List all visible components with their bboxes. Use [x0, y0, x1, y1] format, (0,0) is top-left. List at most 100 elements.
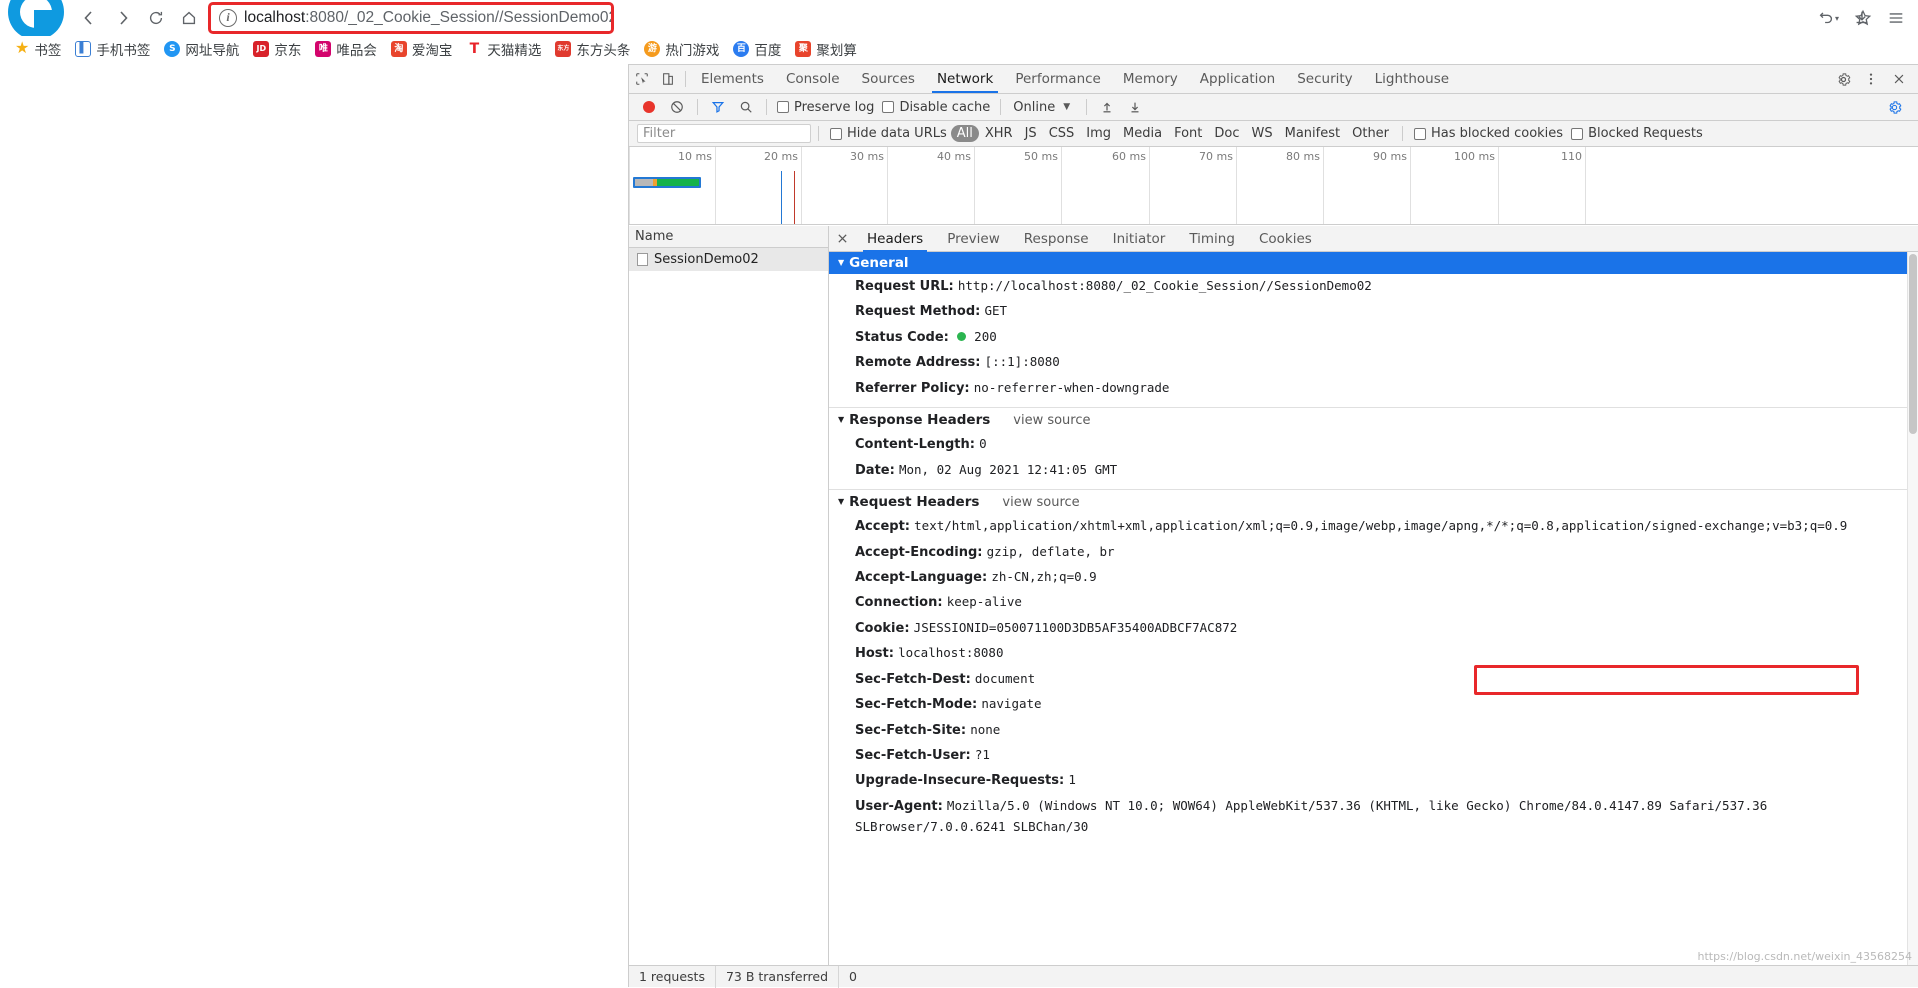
site-info-icon[interactable]: i: [219, 9, 237, 27]
forward-button[interactable]: [108, 4, 138, 32]
header-key: User-Agent:: [855, 798, 943, 814]
throttle-select[interactable]: Online: [1007, 100, 1061, 115]
type-filter-doc[interactable]: Doc: [1208, 125, 1245, 142]
bookmark-item[interactable]: 聚 聚划算: [788, 38, 864, 60]
tab-lighthouse[interactable]: Lighthouse: [1364, 65, 1460, 93]
settings-gear-icon[interactable]: [1830, 65, 1856, 93]
bookmark-item[interactable]: 唯 唯品会: [308, 38, 384, 60]
header-row-sec-fetch-mode: Sec-Fetch-Mode: navigate: [829, 692, 1918, 717]
type-filter-css[interactable]: CSS: [1043, 125, 1081, 142]
type-filter-media[interactable]: Media: [1117, 125, 1168, 142]
tab-sources[interactable]: Sources: [851, 65, 926, 93]
divider: [1000, 99, 1002, 115]
preserve-log-checkbox[interactable]: Preserve log: [773, 100, 878, 115]
tab-label: Performance: [1015, 71, 1101, 87]
detail-tab-timing[interactable]: Timing: [1177, 226, 1247, 252]
tab-application[interactable]: Application: [1189, 65, 1286, 93]
record-button[interactable]: [635, 95, 663, 119]
timeline-origin: [629, 147, 630, 224]
section-header-request-headers[interactable]: ▼ Request Headers view source: [829, 489, 1918, 514]
bookmark-item[interactable]: S 网址导航: [157, 38, 246, 60]
details-scrollbar[interactable]: [1907, 252, 1918, 965]
tab-performance[interactable]: Performance: [1004, 65, 1112, 93]
more-options-icon[interactable]: [1858, 65, 1884, 93]
tab-label: Console: [785, 71, 840, 87]
checkbox-icon: [1571, 127, 1584, 140]
download-icon[interactable]: [1848, 4, 1876, 32]
header-value: localhost:8080: [898, 645, 1004, 661]
header-row-status-code: Status Code: 200: [829, 325, 1918, 350]
header-row-cookie: Cookie: JSESSIONID=050071100D3DB5AF35400…: [829, 616, 1918, 641]
bookmark-label: 天猫精选: [487, 43, 542, 59]
type-filter-font[interactable]: Font: [1168, 125, 1208, 142]
type-filter-js[interactable]: JS: [1019, 125, 1043, 142]
section-header-general[interactable]: ▼ General: [829, 252, 1918, 274]
type-filter-manifest[interactable]: Manifest: [1279, 125, 1346, 142]
blocked-requests-checkbox[interactable]: Blocked Requests: [1567, 126, 1707, 141]
type-filter-other[interactable]: Other: [1346, 125, 1395, 142]
bookmark-item[interactable]: 淘 爱淘宝: [384, 38, 460, 60]
bookmark-item[interactable]: ▌ 手机书签: [68, 38, 157, 60]
device-toolbar-icon[interactable]: [655, 65, 681, 93]
headers-scroll-area[interactable]: ▼ General Request URL: http://localhost:…: [829, 252, 1918, 965]
type-filter-all[interactable]: All: [950, 125, 979, 142]
detail-tab-preview[interactable]: Preview: [935, 226, 1012, 252]
close-devtools-icon[interactable]: [1886, 65, 1912, 93]
tab-security[interactable]: Security: [1286, 65, 1363, 93]
hide-data-urls-checkbox[interactable]: Hide data URLs: [826, 126, 951, 141]
section-header-response-headers[interactable]: ▼ Response Headers view source: [829, 407, 1918, 432]
chevron-down-icon[interactable]: ▼: [1061, 102, 1080, 112]
clear-button[interactable]: [663, 95, 691, 119]
request-row[interactable]: SessionDemo02: [629, 248, 828, 271]
document-icon: [637, 253, 648, 266]
devtools-tabbar: Elements Console Sources Network Perform…: [629, 65, 1918, 94]
type-filter-img[interactable]: Img: [1080, 125, 1117, 142]
timeline-segment-stalled: [635, 179, 653, 186]
request-list-header[interactable]: Name: [629, 226, 828, 248]
filter-input[interactable]: Filter: [637, 124, 811, 143]
header-key: Status Code:: [855, 329, 949, 345]
bookmark-item[interactable]: JD 京东: [246, 38, 308, 60]
network-settings-gear-icon[interactable]: [1880, 95, 1908, 119]
timeline-tick-label: 20 ms: [764, 150, 798, 163]
disable-cache-checkbox[interactable]: Disable cache: [878, 100, 994, 115]
inspect-element-icon[interactable]: [629, 65, 655, 93]
tab-label: Elements: [701, 71, 764, 87]
bookmark-item[interactable]: 百 百度: [726, 38, 788, 60]
header-value: no-referrer-when-downgrade: [973, 379, 1170, 395]
jd-icon: JD: [253, 41, 270, 57]
type-filter-ws[interactable]: WS: [1246, 125, 1279, 142]
filter-toggle-button[interactable]: [704, 95, 732, 119]
tab-console[interactable]: Console: [775, 65, 851, 93]
back-button[interactable]: [74, 4, 104, 32]
search-button[interactable]: [732, 95, 760, 119]
bookmark-item[interactable]: 游 热门游戏: [637, 38, 726, 60]
import-har-button[interactable]: [1093, 95, 1121, 119]
scrollbar-thumb[interactable]: [1909, 254, 1917, 434]
network-timeline-overview[interactable]: 10 ms 20 ms 30 ms 40 ms 50 ms 60 ms 70 m…: [629, 147, 1918, 225]
history-back-icon[interactable]: ▾: [1814, 4, 1842, 32]
type-filter-xhr[interactable]: XHR: [979, 125, 1019, 142]
view-source-link[interactable]: view source: [1013, 413, 1090, 428]
bookmark-item[interactable]: T 天猫精选: [459, 38, 548, 60]
has-blocked-cookies-checkbox[interactable]: Has blocked cookies: [1410, 126, 1567, 141]
home-button[interactable]: [174, 4, 204, 32]
reload-button[interactable]: [141, 4, 171, 32]
bookmark-item[interactable]: 东方 东方头条: [548, 38, 637, 60]
export-har-button[interactable]: [1121, 95, 1149, 119]
address-bar[interactable]: i localhost:8080/_02_Cookie_Session//Ses…: [208, 2, 614, 34]
detail-tab-headers[interactable]: Headers: [855, 226, 935, 252]
network-body: Name SessionDemo02 Headers Preview Respo…: [629, 226, 1918, 965]
header-row-host: Host: localhost:8080: [829, 641, 1918, 666]
close-details-icon[interactable]: [829, 233, 855, 244]
detail-tab-cookies[interactable]: Cookies: [1247, 226, 1324, 252]
bookmark-item[interactable]: ★ 书签: [8, 38, 68, 60]
detail-tab-initiator[interactable]: Initiator: [1101, 226, 1178, 252]
view-source-link[interactable]: view source: [1002, 495, 1079, 510]
tab-memory[interactable]: Memory: [1112, 65, 1189, 93]
tab-network[interactable]: Network: [926, 65, 1004, 93]
tab-elements[interactable]: Elements: [690, 65, 775, 93]
menu-icon[interactable]: [1882, 4, 1910, 32]
detail-tab-response[interactable]: Response: [1012, 226, 1101, 252]
checkbox-icon: [777, 101, 789, 113]
